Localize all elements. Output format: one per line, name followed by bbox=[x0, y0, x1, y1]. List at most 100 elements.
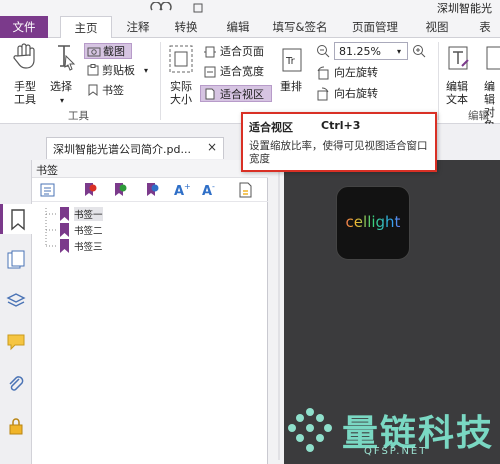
bookmark-icon bbox=[60, 207, 69, 221]
rotate-right-icon bbox=[316, 87, 330, 101]
fit-page-button[interactable]: 适合页面 bbox=[202, 44, 272, 60]
svg-text:-: - bbox=[212, 182, 215, 191]
rotate-left-button[interactable]: 向左旋转 bbox=[314, 65, 394, 81]
bookmarks-panel-header: 书签 bbox=[32, 160, 268, 178]
fit-width-button[interactable]: 适合宽度 bbox=[202, 64, 272, 80]
bookmark-item[interactable]: 书签三 bbox=[40, 238, 120, 254]
title-bar: 深圳智能光 bbox=[0, 0, 500, 16]
add-bookmark-icon[interactable] bbox=[112, 182, 130, 200]
ribbon-tab-bar: 文件 主页 注释 转换 编辑 填写&签名 页面管理 视图 表 bbox=[0, 16, 500, 39]
delete-bookmark-icon[interactable] bbox=[82, 182, 100, 200]
clipboard-dropdown-icon: ▾ bbox=[144, 66, 149, 75]
zoom-select[interactable]: 81.25% ▾ bbox=[334, 42, 408, 60]
bookmarks-panel-title: 书签 bbox=[36, 164, 58, 177]
rotate-left-icon bbox=[316, 66, 330, 80]
rotate-right-label: 向右旋转 bbox=[334, 87, 378, 100]
comments-panel-icon[interactable] bbox=[6, 332, 26, 352]
screenshot-button[interactable]: 截图 bbox=[84, 43, 132, 59]
tab-edit[interactable]: 编辑 bbox=[218, 16, 258, 38]
window-title: 深圳智能光 bbox=[437, 2, 492, 15]
bookmarks-toolbar: A + A- bbox=[32, 178, 268, 202]
bookmark-label: 书签三 bbox=[74, 242, 103, 253]
select-dropdown-icon[interactable]: ▾ bbox=[60, 94, 64, 107]
watermark-logo-icon bbox=[282, 404, 338, 460]
bookmark-icon bbox=[60, 239, 69, 253]
close-icon[interactable]: × bbox=[207, 140, 217, 154]
hand-tool-label[interactable]: 手型 工具 bbox=[10, 80, 40, 106]
company-logo: cellight bbox=[336, 186, 410, 260]
svg-text:A: A bbox=[202, 184, 212, 198]
watermark-subtext: QFSP.NET bbox=[364, 446, 428, 457]
tooltip-title: 适合视区 bbox=[249, 121, 293, 134]
bookmark-icon bbox=[88, 84, 98, 96]
tooltip-description: 设置缩放比率，使得可见视图适合窗口宽度 bbox=[249, 140, 428, 165]
tab-view[interactable]: 视图 bbox=[420, 16, 454, 38]
tab-convert[interactable]: 转换 bbox=[166, 16, 206, 38]
tab-fill-sign[interactable]: 填写&签名 bbox=[268, 16, 332, 38]
rotate-left-label: 向左旋转 bbox=[334, 66, 378, 79]
edit-group-label: 编辑 bbox=[468, 110, 489, 122]
bookmark-button[interactable]: 书签 bbox=[84, 82, 140, 98]
clipboard-icon bbox=[87, 64, 99, 76]
document-tab[interactable]: 深圳智能光谱公司简介.pd... × bbox=[46, 137, 224, 159]
zoom-in-icon[interactable] bbox=[412, 44, 426, 58]
fit-visible-label: 适合视区 bbox=[220, 88, 264, 101]
logo-text: cellight bbox=[337, 213, 409, 231]
quick-access-icons[interactable] bbox=[150, 2, 210, 14]
tooltip-shortcut: Ctrl+3 bbox=[321, 119, 361, 132]
expand-all-icon[interactable] bbox=[40, 182, 58, 200]
clipboard-button[interactable]: 剪贴板 ▾ bbox=[84, 62, 156, 78]
bookmark-label: 书签 bbox=[102, 84, 124, 97]
bookmark-item[interactable]: 书签一 bbox=[40, 206, 120, 222]
pages-panel-icon[interactable] bbox=[6, 250, 26, 270]
tab-file[interactable]: 文件 bbox=[0, 16, 48, 38]
fit-page-label: 适合页面 bbox=[220, 45, 264, 58]
screenshot-label: 截图 bbox=[103, 45, 125, 58]
fit-visible-icon bbox=[204, 88, 216, 100]
select-text-icon[interactable] bbox=[52, 42, 76, 72]
left-sidebar-toolbar bbox=[0, 160, 32, 464]
document-tab-label: 深圳智能光谱公司简介.pd... bbox=[53, 143, 191, 156]
tab-home[interactable]: 主页 bbox=[60, 16, 112, 39]
tools-group-label: 工具 bbox=[68, 110, 89, 122]
decrease-font-icon[interactable]: A- bbox=[202, 182, 220, 200]
fit-visible-button[interactable]: 适合视区 bbox=[200, 85, 272, 102]
svg-text:+: + bbox=[184, 182, 190, 191]
increase-font-icon[interactable]: A + bbox=[174, 182, 192, 200]
clipboard-label: 剪贴板 bbox=[102, 64, 135, 77]
bookmarks-panel-icon[interactable] bbox=[0, 204, 32, 234]
add-child-bookmark-icon[interactable] bbox=[144, 182, 162, 200]
rotate-right-button[interactable]: 向右旋转 bbox=[314, 86, 394, 102]
bookmark-properties-icon[interactable] bbox=[238, 182, 256, 200]
fit-width-label: 适合宽度 bbox=[220, 65, 264, 78]
zoom-out-icon[interactable] bbox=[316, 44, 330, 58]
bookmark-item[interactable]: 书签二 bbox=[40, 222, 120, 238]
layers-panel-icon[interactable] bbox=[6, 290, 26, 310]
bookmark-icon bbox=[60, 223, 69, 237]
tab-comment[interactable]: 注释 bbox=[118, 16, 158, 38]
actual-size-icon[interactable] bbox=[168, 44, 194, 74]
svg-text:Tr: Tr bbox=[285, 56, 296, 67]
security-lock-icon[interactable] bbox=[6, 416, 26, 436]
svg-text:A: A bbox=[174, 184, 184, 198]
actual-size-label[interactable]: 实际 大小 bbox=[166, 80, 196, 106]
group-divider bbox=[160, 42, 161, 120]
reflow-label[interactable]: 重排 bbox=[280, 80, 302, 93]
edit-object-icon[interactable] bbox=[486, 46, 500, 72]
fit-width-icon bbox=[204, 66, 216, 78]
fit-page-icon bbox=[204, 46, 216, 58]
zoom-value: 81.25% bbox=[339, 45, 381, 58]
edit-text-label[interactable]: 编辑 文本 bbox=[446, 80, 468, 106]
chevron-down-icon: ▾ bbox=[397, 47, 402, 56]
reflow-icon[interactable]: Tr bbox=[282, 48, 302, 72]
camera-icon bbox=[87, 46, 101, 57]
bookmark-label: 书签二 bbox=[74, 226, 103, 237]
tooltip: 适合视区 Ctrl+3 设置缩放比率，使得可见视图适合窗口宽度 bbox=[241, 112, 437, 172]
select-label[interactable]: 选择 bbox=[50, 80, 72, 93]
tab-form[interactable]: 表 bbox=[470, 16, 500, 38]
attachment-icon[interactable] bbox=[6, 374, 26, 394]
tab-page-management[interactable]: 页面管理 bbox=[345, 16, 405, 38]
hand-icon[interactable] bbox=[12, 42, 36, 70]
edit-text-icon[interactable] bbox=[448, 46, 470, 72]
bookmark-label: 书签一 bbox=[74, 207, 103, 221]
